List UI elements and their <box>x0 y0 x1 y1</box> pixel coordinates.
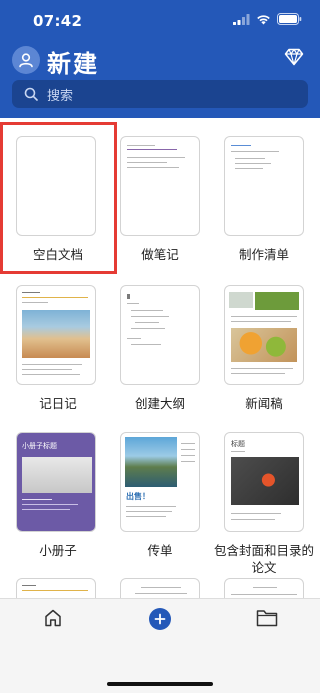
plus-circle-icon[interactable] <box>149 608 171 630</box>
template-row4-2[interactable] <box>120 578 200 598</box>
checklist-template[interactable] <box>224 136 304 236</box>
battery-icon <box>277 13 302 25</box>
brochure-thumb-title: 小册子标题 <box>22 442 57 450</box>
template-label-checklist: 制作清单 <box>238 247 289 262</box>
template-label-notes: 做笔记 <box>141 247 179 262</box>
brochure-template[interactable]: 小册子标题 <box>16 432 96 532</box>
app-header: 07:42 新建 搜索 <box>0 0 320 118</box>
home-icon[interactable] <box>43 608 63 628</box>
press-release-template[interactable] <box>224 285 304 385</box>
bottom-nav <box>0 598 320 693</box>
search-icon <box>24 87 38 101</box>
wifi-icon <box>257 14 270 24</box>
paper-thumb-title: 标题 <box>231 440 245 448</box>
search-placeholder: 搜索 <box>47 88 74 104</box>
diamond-icon[interactable] <box>284 48 304 66</box>
note-template[interactable] <box>120 136 200 236</box>
paper-with-cover-template[interactable]: 标题 <box>224 432 304 532</box>
template-label-paper: 包含封面和目录的论文 <box>213 543 314 575</box>
selection-highlight <box>0 122 117 274</box>
template-label-brochure: 小册子 <box>39 543 77 558</box>
signal-icon <box>233 13 250 25</box>
template-label-press-release: 新闻稿 <box>245 396 283 411</box>
folder-icon[interactable] <box>256 609 278 627</box>
home-indicator <box>107 682 213 686</box>
user-avatar-icon[interactable] <box>12 46 40 74</box>
outline-template[interactable] <box>120 285 200 385</box>
template-label-outline: 创建大纲 <box>134 396 185 411</box>
template-label-flyer: 传单 <box>147 543 173 558</box>
flyer-template[interactable]: 出售！ <box>120 432 200 532</box>
flyer-thumb-title: 出售！ <box>126 492 150 501</box>
template-row4-1[interactable] <box>16 578 96 598</box>
search-input[interactable]: 搜索 <box>12 80 308 108</box>
status-time: 07:42 <box>33 12 83 30</box>
template-row4-3[interactable] <box>224 578 304 598</box>
journal-template[interactable] <box>16 285 96 385</box>
template-label-journal: 记日记 <box>39 396 77 411</box>
status-bar: 07:42 <box>0 0 320 40</box>
page-title: 新建 <box>47 50 99 78</box>
